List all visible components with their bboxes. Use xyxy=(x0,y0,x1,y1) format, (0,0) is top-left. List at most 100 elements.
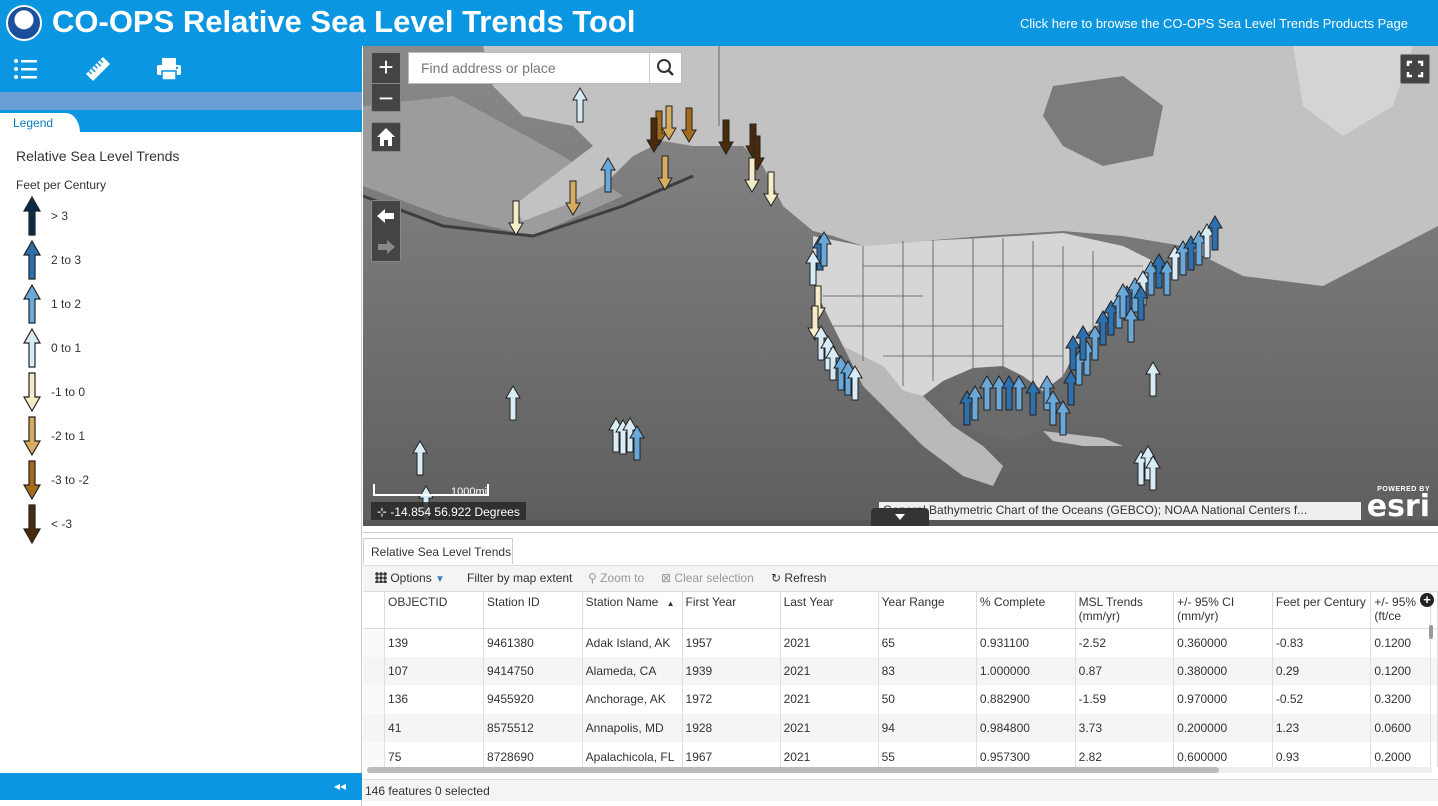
station-marker[interactable] xyxy=(979,375,995,411)
legend-item-label: -2 to 1 xyxy=(51,429,86,443)
table-cell: 2021 xyxy=(780,713,879,743)
station-marker[interactable] xyxy=(1011,375,1027,411)
legend-item-label: -1 to 0 xyxy=(51,385,86,399)
column-header[interactable]: MSL Trends (mm/yr) xyxy=(1075,592,1175,629)
filter-by-map-extent-button[interactable]: Filter by map extent xyxy=(467,571,572,585)
table-cell: Adak Island, AK xyxy=(582,628,683,657)
zoom-to-button[interactable]: ⚲ Zoom to xyxy=(588,571,644,585)
column-header[interactable]: OBJECTID xyxy=(384,592,485,629)
table-row[interactable]: 41 8575512 Annapolis, MD 1928 2021 94 0.984800… xyxy=(363,713,1438,743)
collapse-panel-icon[interactable]: ◂◂ xyxy=(334,779,346,793)
station-marker[interactable] xyxy=(681,107,697,143)
table-toggle-handle[interactable] xyxy=(871,508,929,526)
sort-ascending-icon[interactable]: ▲ xyxy=(664,599,675,608)
station-marker[interactable] xyxy=(565,180,581,216)
station-marker[interactable] xyxy=(412,440,428,476)
column-header-label: First Year xyxy=(685,595,737,609)
station-marker[interactable] xyxy=(991,375,1007,411)
station-marker[interactable] xyxy=(1055,400,1071,436)
coordinates-readout[interactable]: ⊹ -14.854 56.922 Degrees xyxy=(371,502,526,522)
table-cell: 75 xyxy=(384,742,485,767)
station-marker[interactable] xyxy=(508,200,524,236)
arrow-down-icon xyxy=(22,460,42,500)
table-row[interactable]: 75 8728690 Apalachicola, FL 1967 2021 55 0.957… xyxy=(363,742,1438,767)
tab-relative-sea-level-trends[interactable]: Relative Sea Level Trends xyxy=(363,538,513,564)
zoom-to-label: Zoom to xyxy=(600,571,645,585)
station-marker[interactable] xyxy=(763,171,779,207)
options-label: Options xyxy=(390,571,432,585)
tab-legend[interactable]: Legend xyxy=(0,113,80,133)
column-header[interactable]: Station Name ▲ xyxy=(582,592,683,629)
previous-extent-button[interactable] xyxy=(372,201,400,231)
column-header[interactable]: Year Range xyxy=(878,592,977,629)
tool-strip xyxy=(0,92,362,110)
table-cell: 0.931100 xyxy=(976,628,1076,657)
refresh-button[interactable]: ↻ Refresh xyxy=(771,571,826,585)
map-attribution[interactable]: General Bathymetric Chart of the Oceans … xyxy=(879,502,1361,520)
row-selector[interactable] xyxy=(363,713,386,743)
table-cell: 139 xyxy=(384,628,485,657)
zoom-out-button[interactable]: − xyxy=(372,83,400,112)
home-button[interactable] xyxy=(371,122,401,152)
table-cell: 9461380 xyxy=(483,628,583,657)
table-cell: -0.52 xyxy=(1272,685,1372,714)
table-row[interactable]: 107 9414750 Alameda, CA 1939 2021 83 1.000000 0… xyxy=(363,656,1438,686)
row-selector[interactable] xyxy=(363,685,386,714)
table-row[interactable]: 136 9455920 Anchorage, AK 1972 2021 50 0.88290… xyxy=(363,685,1438,714)
horizontal-scroll-thumb[interactable] xyxy=(367,767,1219,773)
clear-selection-button[interactable]: ⊠ Clear selection xyxy=(661,571,754,585)
legend-item-label: > 3 xyxy=(51,209,69,223)
table-cell: -0.83 xyxy=(1272,628,1372,657)
add-column-icon[interactable]: + xyxy=(1420,593,1434,607)
row-selector[interactable] xyxy=(363,656,386,686)
search-button[interactable] xyxy=(649,53,681,83)
table-cell: 0.93 xyxy=(1272,742,1372,767)
search-input[interactable] xyxy=(409,53,649,83)
map-view[interactable]: + − 1000mi xyxy=(363,46,1438,526)
row-selector[interactable] xyxy=(363,628,386,657)
clear-icon: ⊠ xyxy=(661,571,672,585)
zoom-in-button[interactable]: + xyxy=(372,53,400,82)
caret-down-icon: ▼ xyxy=(435,574,445,585)
column-header-label: Feet per Century xyxy=(1275,595,1366,609)
measure-icon[interactable] xyxy=(85,56,111,82)
column-header[interactable]: % Complete xyxy=(976,592,1076,629)
attribute-table-panel: Relative Sea Level Trends Options ▼ Filt… xyxy=(363,532,1438,806)
table-cell: 94 xyxy=(878,713,977,743)
table-cell: Apalachicola, FL xyxy=(582,742,683,767)
column-header[interactable]: +/- 95% CI (mm/yr) xyxy=(1173,592,1273,629)
vertical-scrollbar[interactable] xyxy=(1429,625,1433,639)
refresh-icon: ↻ xyxy=(771,571,782,585)
horizontal-scrollbar[interactable] xyxy=(367,767,1432,773)
station-marker[interactable] xyxy=(505,385,521,421)
scale-label: 1000mi xyxy=(451,486,488,498)
search-widget xyxy=(408,52,682,84)
select-column-header[interactable] xyxy=(363,592,386,629)
table-cell: 2021 xyxy=(780,656,879,686)
column-header[interactable]: First Year xyxy=(682,592,781,629)
station-marker[interactable] xyxy=(1001,375,1017,411)
fullscreen-button[interactable] xyxy=(1400,54,1430,84)
options-button[interactable]: Options ▼ xyxy=(375,571,445,585)
station-marker[interactable] xyxy=(1025,380,1041,416)
table-cell: 0.360000 xyxy=(1173,628,1273,657)
column-header-label: Year Range xyxy=(881,595,945,609)
station-marker[interactable] xyxy=(718,119,734,155)
row-selector[interactable] xyxy=(363,742,386,767)
arrow-up-icon xyxy=(22,196,42,236)
station-marker[interactable] xyxy=(657,155,673,191)
station-marker[interactable] xyxy=(600,157,616,193)
column-header[interactable]: Last Year xyxy=(780,592,879,629)
column-header[interactable]: Feet per Century xyxy=(1272,592,1372,629)
table-cell: 0.0600 xyxy=(1370,713,1431,743)
table-cell: 107 xyxy=(384,656,485,686)
table-row[interactable]: 139 9461380 Adak Island, AK 1957 2021 65 0.931… xyxy=(363,628,1438,657)
column-header[interactable]: Station ID xyxy=(483,592,583,629)
station-marker[interactable] xyxy=(1145,361,1161,397)
station-marker[interactable] xyxy=(572,87,588,123)
station-markers[interactable] xyxy=(363,46,1438,526)
products-page-link[interactable]: Click here to browse the CO-OPS Sea Leve… xyxy=(1020,16,1408,31)
next-extent-button[interactable] xyxy=(372,232,400,262)
layer-list-icon[interactable] xyxy=(13,56,39,82)
print-icon[interactable] xyxy=(156,56,182,82)
